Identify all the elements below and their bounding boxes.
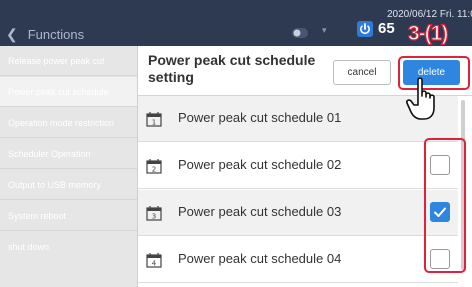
calendar-icon: 2	[146, 159, 162, 174]
calendar-icon: 1	[146, 112, 162, 127]
schedule-label: Power peak cut schedule 01	[178, 110, 342, 125]
schedule-row-04[interactable]: 4 Power peak cut schedule 04	[138, 237, 458, 283]
toggle-icon[interactable]	[292, 28, 308, 38]
sidebar-item-label: Release power peak cut	[8, 55, 105, 66]
sidebar-item-output-to-usb-memory[interactable]: Output to USB memory	[0, 170, 137, 200]
schedule-label: Power peak cut schedule 02	[178, 157, 342, 172]
sidebar: Release power peak cut Power peak cut sc…	[0, 46, 138, 287]
sidebar-item-label: System reboot	[8, 210, 67, 221]
checkbox-highlight-box	[424, 138, 466, 273]
sidebar-item-power-peak-cut-schedule[interactable]: Power peak cut schedule	[0, 77, 137, 107]
calendar-number: 1	[152, 119, 156, 127]
top-bar: ❮ Functions ▾ 2020/06/12 Fri. 11:06 65	[0, 0, 472, 46]
datetime: 2020/06/12 Fri. 11:06	[387, 9, 472, 20]
calendar-number: 2	[152, 166, 156, 174]
sidebar-item-label: shut down	[8, 242, 50, 252]
hand-pointer-icon	[406, 77, 435, 120]
schedule-label: Power peak cut schedule 03	[178, 204, 342, 219]
sidebar-item-label: Output to USB memory	[8, 179, 102, 190]
sidebar-item-shut-down[interactable]: shut down	[0, 232, 137, 262]
chevron-left-icon: ❮	[6, 25, 18, 42]
step-annotation-label: 3-(1)	[407, 21, 449, 45]
sidebar-item-label: Power peak cut schedule	[8, 86, 109, 97]
dropdown-arrow-icon[interactable]: ▾	[322, 25, 327, 36]
calendar-number: 3	[152, 213, 156, 221]
cancel-button[interactable]: cancel	[333, 60, 391, 85]
schedule-row-03[interactable]: 3 Power peak cut schedule 03	[138, 190, 458, 236]
power-icon	[357, 21, 373, 37]
sidebar-item-system-reboot[interactable]: System reboot	[0, 201, 137, 231]
calendar-icon: 4	[146, 253, 162, 268]
sidebar-item-release-power-peak-cut[interactable]: Release power peak cut	[0, 46, 137, 76]
power-value: 65	[378, 20, 395, 37]
back-button[interactable]: ❮ Functions	[6, 24, 126, 44]
sidebar-item-operation-mode-restriction[interactable]: Operation mode restriction	[0, 108, 137, 138]
calendar-icon: 3	[146, 206, 162, 221]
sidebar-item-label: Scheduler Operation	[8, 148, 91, 159]
calendar-number: 4	[152, 260, 157, 268]
schedule-row-02[interactable]: 2 Power peak cut schedule 02	[138, 143, 458, 189]
sidebar-item-label: Operation mode restriction	[8, 117, 115, 128]
back-label: Functions	[27, 26, 85, 42]
sidebar-item-scheduler-operation[interactable]: Scheduler Operation	[0, 139, 137, 169]
page-title: Power peak cut schedule setting	[148, 52, 316, 85]
schedule-label: Power peak cut schedule 04	[178, 251, 342, 266]
